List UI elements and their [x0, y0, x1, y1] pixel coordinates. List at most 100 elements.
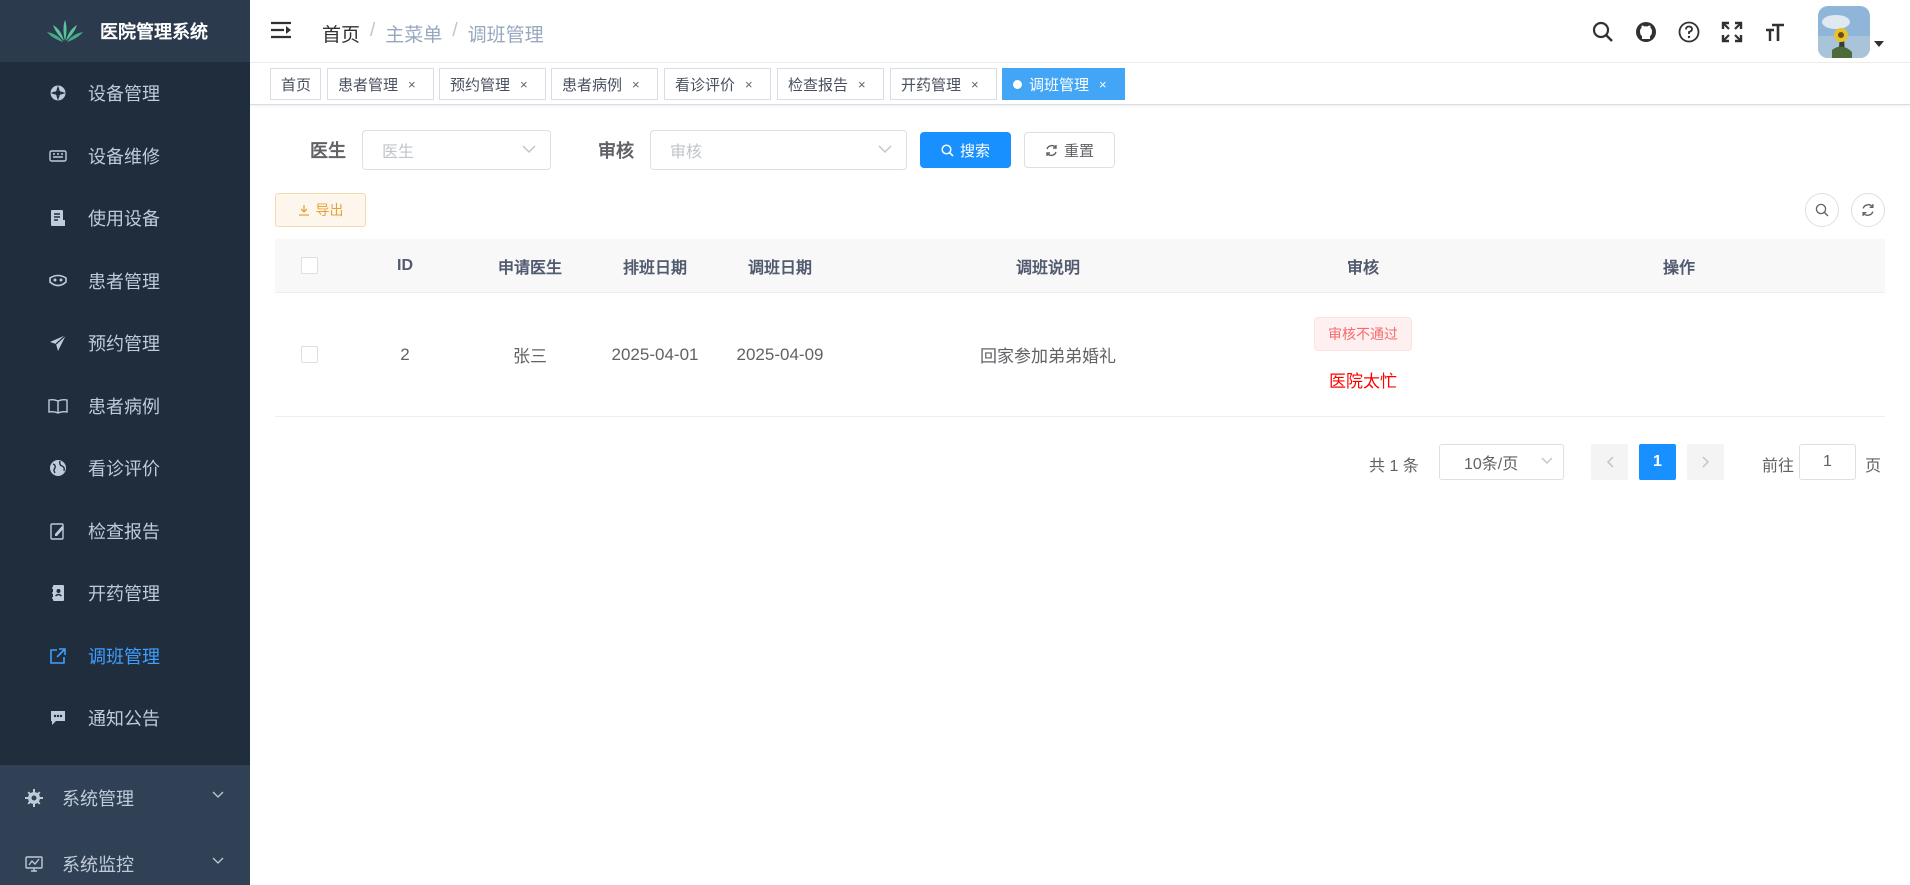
chevron-right-icon	[1701, 456, 1709, 468]
tags-view: 首页 患者管理 × 预约管理 × 患者病例 × 看诊评价 × 检查报告 × 开药…	[250, 63, 1910, 105]
close-icon[interactable]: ×	[745, 77, 753, 92]
cell-description: 回家参加弟弟婚礼	[980, 347, 1116, 366]
select-all-checkbox[interactable]	[300, 257, 318, 274]
page-suffix: 页	[1865, 458, 1882, 475]
cell-shift-date: 2025-04-09	[736, 344, 824, 364]
download-icon	[298, 204, 310, 216]
sidebar-item-label: 调班管理	[88, 646, 160, 667]
tag-label: 患者病例	[562, 76, 623, 94]
sidebar-submenu-system-management[interactable]: 系统管理	[0, 765, 250, 831]
sidebar-item-use-device[interactable]: 使用设备	[0, 187, 250, 250]
breadcrumb-item: 调班管理	[467, 25, 544, 46]
cell-schedule-date: 2025-04-01	[611, 344, 699, 364]
shift-table: ID 申请医生 排班日期 调班日期 调班说明 审核 操作 2 张三 2025-0…	[275, 239, 1885, 417]
pagination: 共 1 条 10条/页 1 前往 页	[250, 444, 1885, 480]
tag-shift-change[interactable]: 调班管理 ×	[1002, 68, 1125, 100]
caret-down-icon[interactable]	[1874, 40, 1884, 47]
sidebar-item-label: 检查报告	[88, 521, 160, 542]
close-icon[interactable]: ×	[1099, 77, 1107, 92]
sidebar-item-exam-report[interactable]: 检查报告	[0, 500, 250, 563]
sidebar-item-patient-records[interactable]: 患者病例	[0, 375, 250, 438]
sidebar-item-label: 患者病例	[88, 396, 160, 417]
cell-doctor: 张三	[513, 347, 547, 366]
chevron-down-icon	[212, 791, 224, 798]
tag-label: 开药管理	[901, 76, 962, 94]
column-header: 调班说明	[1015, 259, 1080, 277]
prev-page-button[interactable]	[1591, 444, 1628, 480]
submenu-label: 系统监控	[62, 855, 134, 875]
doctor-select[interactable]: 医生	[362, 130, 551, 170]
font-size-icon[interactable]	[1763, 20, 1787, 44]
sidebar-item-label: 设备维修	[88, 146, 160, 167]
tag-appointment-management[interactable]: 预约管理 ×	[439, 68, 546, 100]
refresh-icon	[1862, 204, 1874, 216]
refresh-icon	[1045, 144, 1058, 157]
tag-home[interactable]: 首页	[270, 68, 321, 100]
search-form: 医生 医生 审核 审核 搜索 重置	[250, 130, 1115, 170]
gear-wheel-icon	[48, 83, 68, 103]
close-icon[interactable]: ×	[858, 77, 866, 92]
page-size-select[interactable]: 10条/页	[1439, 444, 1564, 480]
sidebar-submenu-system-monitor[interactable]: 系统监控	[0, 831, 250, 885]
refresh-table-button[interactable]	[1851, 193, 1885, 227]
breadcrumb: 首页 / 主菜单 / 调班管理	[322, 20, 544, 47]
tag-patient-records[interactable]: 患者病例 ×	[551, 68, 658, 100]
sidebar-item-appointment-management[interactable]: 预约管理	[0, 312, 250, 375]
sidebar-item-shift-change[interactable]: 调班管理	[0, 625, 250, 688]
sidebar-item-consultation-review[interactable]: 看诊评价	[0, 437, 250, 500]
page-size-value: 10条/页	[1464, 456, 1519, 473]
audit-select[interactable]: 审核	[650, 130, 907, 170]
close-icon[interactable]: ×	[520, 77, 528, 92]
search-icon	[941, 143, 954, 157]
search-button[interactable]: 搜索	[920, 132, 1011, 168]
search-icon[interactable]	[1591, 20, 1615, 44]
audit-select-placeholder: 审核	[670, 144, 703, 161]
sidebar-item-device-management[interactable]: 设备管理	[0, 62, 250, 125]
tag-consultation-review[interactable]: 看诊评价 ×	[664, 68, 771, 100]
tag-prescription-management[interactable]: 开药管理 ×	[890, 68, 997, 100]
fullscreen-icon[interactable]	[1720, 20, 1744, 44]
tag-label: 患者管理	[338, 76, 399, 94]
keyboard-icon	[48, 146, 68, 166]
breadcrumb-separator: /	[370, 20, 376, 41]
export-button-label: 导出	[315, 202, 344, 218]
reset-button[interactable]: 重置	[1024, 132, 1115, 168]
tag-exam-report[interactable]: 检查报告 ×	[777, 68, 884, 100]
tag-patient-management[interactable]: 患者管理 ×	[327, 68, 434, 100]
monitor-icon	[24, 854, 44, 874]
table-row[interactable]: 2 张三 2025-04-01 2025-04-09 回家参加弟弟婚礼 审核不通…	[275, 293, 1885, 417]
sidebar: 医院管理系统 设备管理 设备维修 使用设备 患者管理 预约管理 患者病例 看诊评…	[0, 0, 250, 885]
close-icon[interactable]: ×	[408, 77, 416, 92]
doctor-label: 医生	[310, 141, 346, 161]
hamburger-toggle-icon[interactable]	[270, 20, 292, 40]
github-icon[interactable]	[1634, 20, 1658, 44]
sidebar-item-label: 开药管理	[88, 584, 160, 605]
page-number-button[interactable]: 1	[1639, 444, 1676, 480]
app-title: 医院管理系统	[100, 22, 208, 42]
doctor-select-placeholder: 医生	[382, 144, 415, 161]
help-icon[interactable]	[1677, 20, 1701, 44]
globe-icon	[48, 458, 68, 478]
close-icon[interactable]: ×	[632, 77, 640, 92]
settings-icon	[24, 788, 44, 808]
breadcrumb-item[interactable]: 首页	[322, 20, 360, 47]
app-logo-area[interactable]: 医院管理系统	[0, 0, 250, 62]
chevron-down-icon	[212, 857, 224, 864]
sidebar-item-device-repair[interactable]: 设备维修	[0, 125, 250, 188]
goto-page-input[interactable]	[1799, 444, 1856, 480]
next-page-button[interactable]	[1687, 444, 1724, 480]
export-button[interactable]: 导出	[275, 193, 366, 227]
sidebar-item-notice[interactable]: 通知公告	[0, 687, 250, 750]
external-link-icon	[48, 646, 68, 666]
sidebar-item-prescription-management[interactable]: 开药管理	[0, 562, 250, 625]
sidebar-item-patient-management[interactable]: 患者管理	[0, 250, 250, 313]
sidebar-item-label: 使用设备	[88, 209, 160, 230]
toggle-search-button[interactable]	[1805, 193, 1839, 227]
chevron-left-icon	[1606, 456, 1614, 468]
user-avatar[interactable]	[1818, 5, 1870, 58]
row-checkbox[interactable]	[300, 346, 318, 363]
column-header: 排班日期	[622, 259, 687, 277]
status-badge: 审核不通过	[1314, 317, 1412, 351]
cell-id: 2	[400, 344, 410, 364]
close-icon[interactable]: ×	[971, 77, 979, 92]
